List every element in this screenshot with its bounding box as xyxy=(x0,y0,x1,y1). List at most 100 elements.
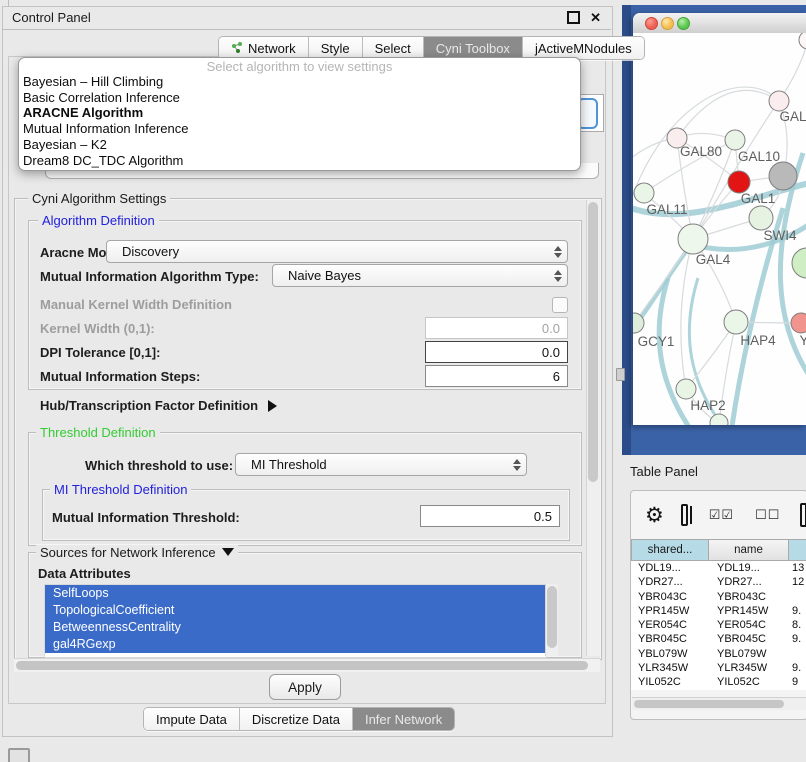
minimize-traffic-light-icon[interactable] xyxy=(661,17,674,30)
select-all-checks-icon[interactable]: ☑☑ xyxy=(709,507,734,523)
column-header[interactable]: name xyxy=(709,539,789,561)
hub-tf-definition-row[interactable]: Hub/Transcription Factor Definition xyxy=(40,398,277,413)
network-node-gal1[interactable] xyxy=(728,171,750,193)
dpi-tolerance-label: DPI Tolerance [0,1]: xyxy=(40,345,160,360)
network-node-gal[interactable] xyxy=(769,91,789,111)
mi-steps-value: 6 xyxy=(553,369,560,384)
table-horizontal-scrollbar-thumb[interactable] xyxy=(634,700,784,708)
table-row[interactable]: YDR27...YDR27...12 xyxy=(631,575,806,589)
network-node[interactable] xyxy=(792,248,806,278)
tab-jactivemnodules[interactable]: jActiveMNodules xyxy=(523,37,644,59)
table-row[interactable]: YBR045CYBR045C9. xyxy=(631,632,806,646)
table-cell: 9. xyxy=(789,661,806,675)
algorithm-option[interactable]: Basic Correlation Inference xyxy=(19,90,580,106)
float-window-icon[interactable] xyxy=(567,11,580,24)
network-node[interactable] xyxy=(710,414,728,425)
which-threshold-value: MI Threshold xyxy=(251,457,327,472)
network-node-gal10[interactable] xyxy=(725,130,745,150)
table-row[interactable]: YER054CYER054C8. xyxy=(631,618,806,632)
algorithm-option-list: Bayesian – Hill ClimbingBasic Correlatio… xyxy=(19,74,580,168)
data-attribute-item[interactable]: gal4RGexp xyxy=(45,636,546,653)
table-cell: YPR145W xyxy=(631,604,709,618)
document-icon[interactable] xyxy=(800,503,806,527)
table-row[interactable]: YPR145WYPR145W9. xyxy=(631,604,806,618)
table-cell: YLR345W xyxy=(631,661,709,675)
table-cell: YIL052C xyxy=(631,675,709,689)
tab-discretize-data[interactable]: Discretize Data xyxy=(240,708,353,730)
settings-vertical-scrollbar-thumb[interactable] xyxy=(588,202,598,482)
close-traffic-light-icon[interactable] xyxy=(645,17,658,30)
settings-horizontal-scrollbar-thumb[interactable] xyxy=(16,661,588,670)
network-node[interactable] xyxy=(769,162,797,190)
network-node-y[interactable] xyxy=(791,313,806,333)
split-columns-icon[interactable] xyxy=(681,504,688,526)
tab-network[interactable]: Network xyxy=(219,37,309,59)
manual-kernel-width-checkbox[interactable] xyxy=(552,297,568,313)
table-panel-titlebar: Table Panel xyxy=(630,458,806,484)
close-window-icon[interactable]: ✕ xyxy=(590,13,601,23)
mi-threshold-label: Mutual Information Threshold: xyxy=(52,510,240,525)
mi-threshold-field[interactable]: 0.5 xyxy=(420,505,560,527)
data-attribute-item[interactable]: TopologicalCoefficient xyxy=(45,602,546,619)
data-attribute-item[interactable]: SelfLoops xyxy=(45,585,546,602)
data-attributes-list[interactable]: SelfLoopsTopologicalCoefficientBetweenne… xyxy=(44,584,547,658)
network-node-label: GCY1 xyxy=(638,334,675,349)
network-canvas[interactable]: GALGAL80GAL10GAL1GAL11SWI4GAL4GCY1HAP4YH… xyxy=(633,33,806,425)
algorithm-option[interactable]: Dream8 DC_TDC Algorithm xyxy=(19,153,580,169)
algorithm-option[interactable]: Mutual Information Inference xyxy=(19,121,580,137)
network-node[interactable] xyxy=(799,33,806,49)
sources-group-header[interactable]: Sources for Network Inference xyxy=(36,545,238,560)
table-row[interactable]: YIL052CYIL052C9 xyxy=(631,675,806,689)
network-window-titlebar[interactable] xyxy=(633,13,806,34)
table-cell: YDR27... xyxy=(709,575,789,589)
algorithm-option[interactable]: Bayesian – Hill Climbing xyxy=(19,74,580,90)
mi-algorithm-type-combo[interactable]: Naive Bayes xyxy=(272,264,568,287)
settings-vertical-scrollbar[interactable] xyxy=(586,200,600,656)
tab-impute-data[interactable]: Impute Data xyxy=(144,708,240,730)
column-header[interactable] xyxy=(789,539,806,561)
network-node-hap4[interactable] xyxy=(724,310,748,334)
table-cell: YDR27... xyxy=(631,575,709,589)
mi-threshold-definition-title: MI Threshold Definition xyxy=(50,482,191,497)
network-node-hap2[interactable] xyxy=(676,379,696,399)
dpi-tolerance-field[interactable]: 0.0 xyxy=(425,341,568,363)
deselect-all-checks-icon[interactable]: ☐☐ xyxy=(755,507,780,523)
which-threshold-combo[interactable]: MI Threshold xyxy=(235,453,527,476)
dropdown-prompt: Select algorithm to view settings xyxy=(19,59,580,74)
gear-icon[interactable]: ⚙ xyxy=(645,505,664,526)
which-threshold-label: Which threshold to use: xyxy=(85,458,233,473)
settings-horizontal-scrollbar[interactable] xyxy=(14,658,600,672)
collapsed-panel-button[interactable] xyxy=(8,748,30,762)
network-node-swi4[interactable] xyxy=(749,206,773,230)
table-row[interactable]: YBL079WYBL079W xyxy=(631,647,806,661)
data-attributes-label: Data Attributes xyxy=(38,566,131,581)
algorithm-option[interactable]: ARACNE Algorithm xyxy=(19,105,580,121)
tab-style[interactable]: Style xyxy=(309,37,363,59)
data-attribute-item[interactable]: BetweennessCentrality xyxy=(45,619,546,636)
expand-arrow-icon[interactable] xyxy=(268,400,277,412)
algorithm-option[interactable]: Bayesian – K2 xyxy=(19,137,580,153)
attributes-list-scrollbar-thumb[interactable] xyxy=(547,586,557,648)
table-row[interactable]: YLR345WYLR345W9. xyxy=(631,661,806,675)
collapse-arrow-icon[interactable] xyxy=(222,548,234,556)
table-row[interactable]: YBR043CYBR043C xyxy=(631,590,806,604)
network-node-gal11[interactable] xyxy=(634,183,654,203)
tab-infer-network[interactable]: Infer Network xyxy=(353,708,454,730)
attributes-list-scrollbar[interactable] xyxy=(545,584,558,656)
column-header[interactable]: shared... xyxy=(631,539,709,561)
tab-cyni-toolbox[interactable]: Cyni Toolbox xyxy=(424,37,523,59)
table-row[interactable]: YDL19...YDL19...13 xyxy=(631,561,806,575)
panel-splitter-handle[interactable] xyxy=(616,368,625,381)
mi-threshold-value: 0.5 xyxy=(534,509,552,524)
kernel-width-field[interactable]: 0.0 xyxy=(425,317,568,339)
aracne-mode-combo[interactable]: Discovery xyxy=(106,240,568,263)
mi-steps-field[interactable]: 6 xyxy=(425,365,568,387)
control-panel-title: Control Panel xyxy=(12,10,91,25)
combo-stepper-icon xyxy=(554,270,562,282)
tab-select[interactable]: Select xyxy=(363,37,424,59)
zoom-traffic-light-icon[interactable] xyxy=(677,17,690,30)
network-node-gal4[interactable] xyxy=(678,224,708,254)
kernel-width-label: Kernel Width (0,1): xyxy=(40,321,155,336)
apply-button[interactable]: Apply xyxy=(269,674,341,700)
table-horizontal-scrollbar[interactable] xyxy=(632,697,806,710)
